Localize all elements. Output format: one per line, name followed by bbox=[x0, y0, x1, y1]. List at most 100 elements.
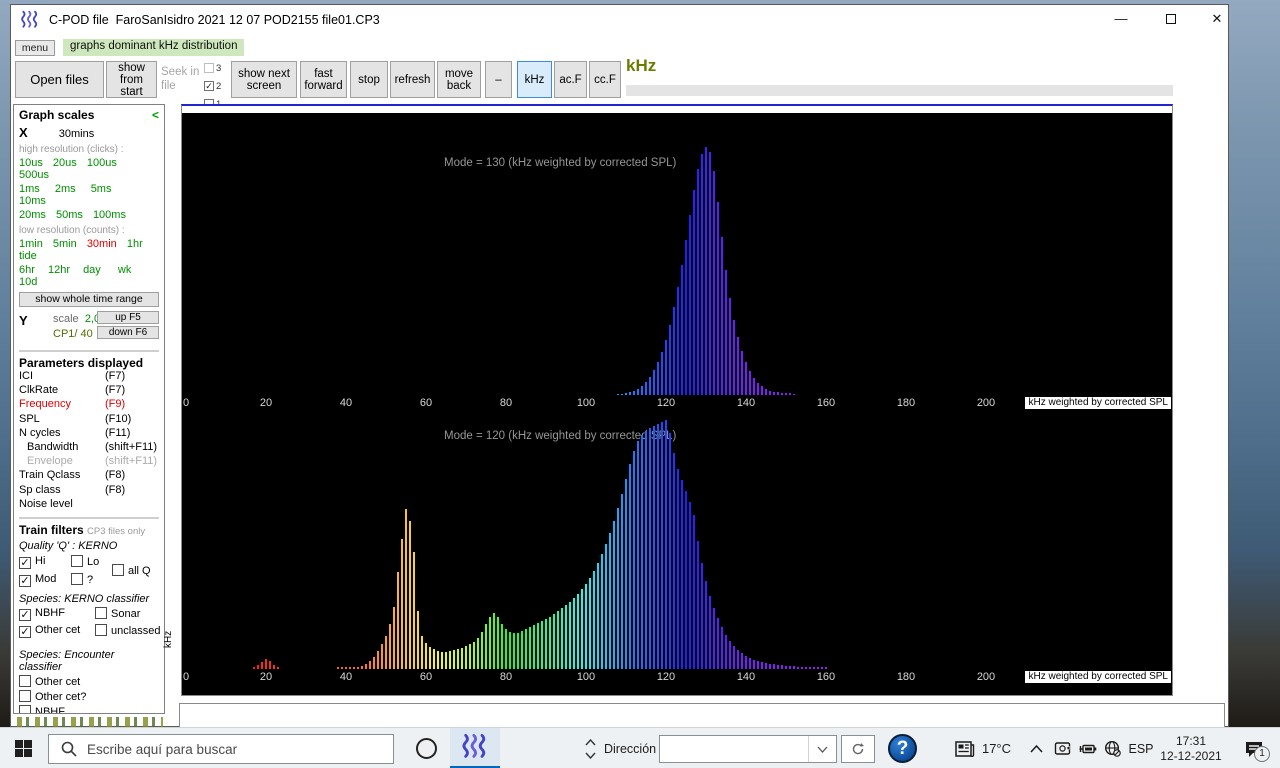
param-spl[interactable]: SPL (F10) bbox=[19, 413, 159, 427]
checkbox-enc-nbhf[interactable]: NBHF bbox=[19, 704, 65, 713]
taskbar-search-input[interactable]: Escribe aquí para buscar bbox=[48, 734, 394, 764]
direccion-combobox[interactable] bbox=[659, 735, 837, 763]
scale-10ms[interactable]: 10ms bbox=[19, 195, 46, 207]
checkbox-unclassed[interactable]: unclassed bbox=[95, 623, 161, 637]
taskbar: Escribe aquí para buscar Dirección ? 17°… bbox=[0, 727, 1280, 768]
y-down-button[interactable]: down F6 bbox=[97, 326, 159, 339]
scale-5ms[interactable]: 5ms bbox=[91, 183, 112, 195]
param-envelope[interactable]: Envelope (shift+F11) bbox=[19, 455, 159, 469]
bottom-chart-x-axis-label: kHz weighted by corrected SPL bbox=[1025, 671, 1171, 683]
notification-count-badge: 1 bbox=[1254, 746, 1270, 762]
start-button[interactable] bbox=[0, 728, 46, 768]
scale-5min[interactable]: 5min bbox=[53, 238, 77, 250]
cp3-files-only-note: CP3 files only bbox=[87, 525, 146, 537]
graph-scales-title: < Graph scales bbox=[19, 108, 159, 122]
param-frequency[interactable]: Frequency (F9) bbox=[19, 398, 159, 412]
scale-tide[interactable]: tide bbox=[19, 250, 37, 262]
minimize-icon[interactable]: — bbox=[1107, 7, 1135, 31]
checkbox-enc-other-cet-q[interactable]: Other cet? bbox=[19, 689, 86, 703]
ccf-button[interactable]: cc.F bbox=[589, 61, 621, 98]
scale-wk[interactable]: wk bbox=[118, 264, 131, 276]
seek-progress-bar[interactable] bbox=[626, 85, 1173, 96]
go-refresh-button[interactable] bbox=[841, 735, 875, 763]
close-icon[interactable]: ✕ bbox=[1203, 7, 1231, 31]
checkbox-mod[interactable]: ✓ Mod bbox=[19, 573, 56, 587]
divider bbox=[19, 350, 159, 352]
fast-forward-button[interactable]: fast forward bbox=[300, 61, 347, 98]
param-bandwidth[interactable]: Bandwidth (shift+F11) bbox=[19, 441, 159, 455]
y-up-button[interactable]: up F5 bbox=[97, 311, 159, 324]
kerno-checkboxes: ✓ NBHF Sonar ✓ Other cet unclassed bbox=[19, 606, 161, 641]
checkbox-nbhf[interactable]: ✓ NBHF bbox=[19, 607, 65, 621]
param-train-qclass[interactable]: Train Qclass (F8) bbox=[19, 469, 159, 483]
file-check-3[interactable]: 3 bbox=[204, 63, 221, 74]
open-files-button[interactable]: Open files bbox=[15, 61, 104, 98]
chevron-down-icon bbox=[584, 752, 596, 759]
species-kerno-title: Species: KERNO classifier bbox=[19, 592, 150, 605]
param-ncycles[interactable]: N cycles (F11) bbox=[19, 427, 159, 441]
weather-widget[interactable]: 17°C bbox=[950, 728, 1016, 768]
help-button[interactable]: ? bbox=[888, 734, 917, 763]
move-back-button[interactable]: move back bbox=[437, 61, 481, 98]
show-from-start-button[interactable]: show from start bbox=[106, 61, 157, 98]
scale-1ms[interactable]: 1ms bbox=[19, 183, 40, 195]
language-indicator[interactable]: ESP bbox=[1126, 728, 1156, 768]
param-noise-level[interactable]: Noise level bbox=[19, 498, 159, 512]
network-globe-icon[interactable] bbox=[1100, 728, 1124, 768]
hidden-icons-chevron[interactable] bbox=[1026, 728, 1046, 768]
scale-10us[interactable]: 10us bbox=[19, 157, 43, 169]
checkbox-sonar[interactable]: Sonar bbox=[95, 606, 140, 620]
acf-button[interactable]: ac.F bbox=[554, 61, 587, 98]
show-next-screen-button[interactable]: show next screen bbox=[231, 61, 297, 98]
refresh-arrow-icon bbox=[852, 743, 864, 755]
maximize-icon[interactable] bbox=[1157, 7, 1185, 31]
cpod-taskbar-app[interactable] bbox=[450, 728, 500, 768]
checkbox-hi[interactable]: ✓ Hi bbox=[19, 555, 45, 569]
high-res-hint: high resolution (clicks) : bbox=[19, 144, 124, 155]
checkbox-enc-other-cet[interactable]: Other cet bbox=[19, 674, 80, 688]
scale-10d[interactable]: 10d bbox=[19, 276, 37, 288]
param-sp-class[interactable]: Sp class (F8) bbox=[19, 484, 159, 498]
scale-20us[interactable]: 20us bbox=[53, 157, 77, 169]
y-axis-label: kHz bbox=[163, 630, 174, 648]
display-tray-icon[interactable] bbox=[1050, 728, 1074, 768]
scale-30min[interactable]: 30min bbox=[87, 238, 117, 250]
param-ici[interactable]: ICI (F7) bbox=[19, 370, 159, 384]
scale-500us[interactable]: 500us bbox=[19, 169, 49, 181]
collapse-icon[interactable]: < bbox=[152, 108, 159, 122]
desktop: C-POD file FaroSanIsidro 2021 12 07 POD2… bbox=[0, 0, 1280, 768]
stop-button[interactable]: stop bbox=[350, 61, 388, 98]
scale-1min[interactable]: 1min bbox=[19, 238, 43, 250]
khz-button[interactable]: kHz bbox=[517, 61, 552, 98]
khz-distribution-chart-panel[interactable]: Mode = 130 (kHz weighted by corrected SP… bbox=[181, 104, 1173, 696]
bottom-strip-panel bbox=[179, 703, 1225, 728]
checkbox-q-unknown[interactable]: ? bbox=[71, 572, 93, 586]
bottom-chart-x-axis: 0 20 40 60 80 100 120 140 160 180 200 bbox=[182, 671, 996, 683]
menu-button[interactable]: menu bbox=[15, 40, 55, 56]
scale-day[interactable]: day bbox=[83, 264, 101, 276]
power-tray-icon[interactable] bbox=[1076, 728, 1100, 768]
scale-100us[interactable]: 100us bbox=[87, 157, 117, 169]
param-clkrate[interactable]: ClkRate (F7) bbox=[19, 384, 159, 398]
active-view-tab[interactable]: graphs dominant kHz distribution bbox=[63, 39, 245, 56]
refresh-button[interactable]: refresh bbox=[390, 61, 435, 98]
scale-6hr[interactable]: 6hr bbox=[19, 264, 35, 276]
combo-chevron-icon[interactable] bbox=[808, 736, 836, 762]
toolbar-scroll-buttons[interactable] bbox=[582, 728, 598, 768]
scale-2ms[interactable]: 2ms bbox=[55, 183, 76, 195]
top-chart-x-axis-label: kHz weighted by corrected SPL bbox=[1025, 397, 1171, 409]
scale-12hr[interactable]: 12hr bbox=[48, 264, 70, 276]
scale-50ms[interactable]: 50ms bbox=[56, 209, 83, 221]
scale-20ms[interactable]: 20ms bbox=[19, 209, 46, 221]
scale-100ms[interactable]: 100ms bbox=[93, 209, 126, 221]
taskbar-clock[interactable]: 17:31 12-12-2021 bbox=[1158, 728, 1224, 768]
notification-center-button[interactable]: 1 bbox=[1232, 728, 1276, 768]
minimize-trace-button[interactable]: – bbox=[485, 61, 512, 98]
scale-1hr[interactable]: 1hr bbox=[127, 238, 143, 250]
checkbox-other-cet[interactable]: ✓ Other cet bbox=[19, 624, 80, 638]
checkbox-lo[interactable]: Lo bbox=[71, 554, 99, 568]
checkbox-all-q[interactable]: all Q bbox=[112, 563, 151, 577]
show-whole-time-range-button[interactable]: show whole time range bbox=[19, 292, 159, 307]
cortana-button[interactable] bbox=[404, 728, 448, 768]
file-check-2[interactable]: ✓ 2 bbox=[204, 81, 221, 92]
